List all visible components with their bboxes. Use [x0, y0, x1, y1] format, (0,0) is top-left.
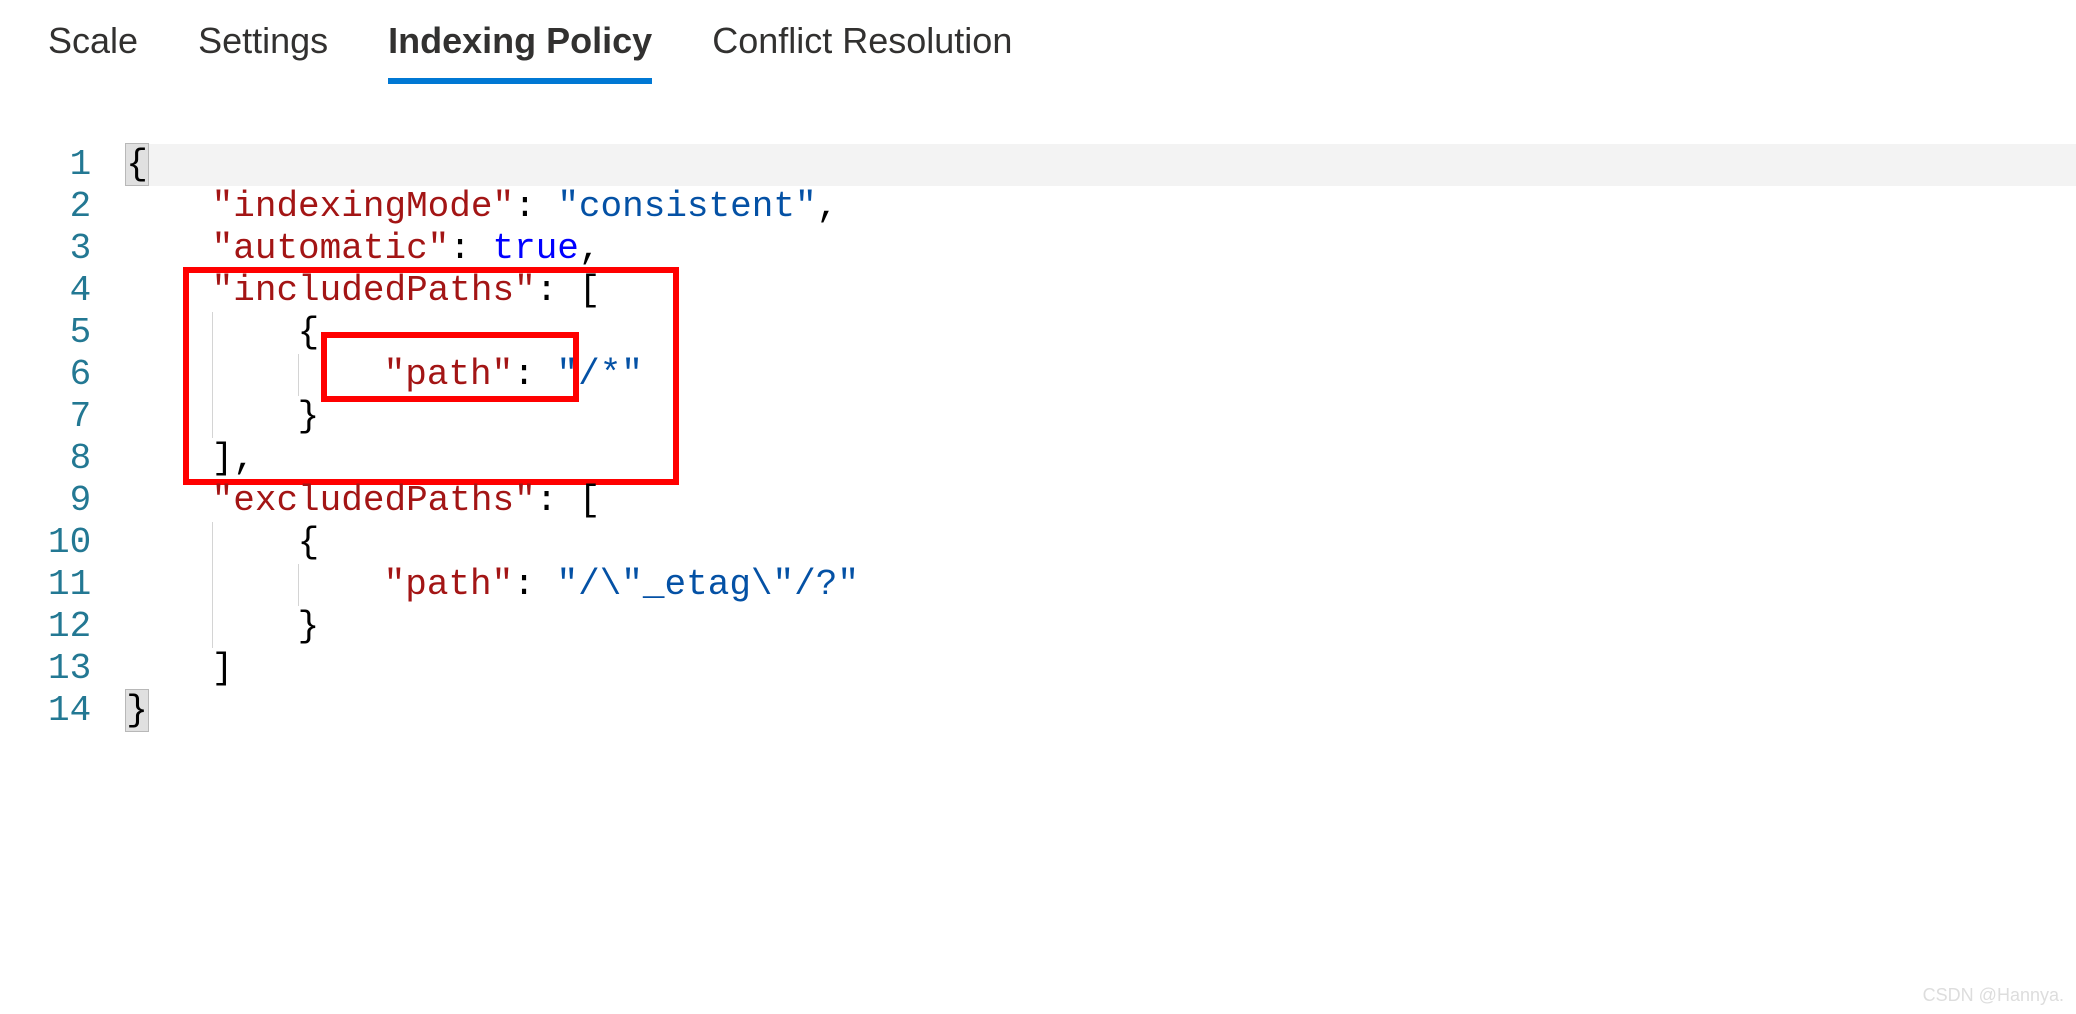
line-number: 14: [48, 690, 91, 732]
code-line: {: [125, 144, 2076, 186]
line-number: 8: [48, 438, 91, 480]
code-line: "path": "/*": [125, 354, 2076, 396]
code-content[interactable]: { "indexingMode": "consistent", "automat…: [125, 144, 2076, 732]
code-line: "indexingMode": "consistent",: [125, 186, 2076, 228]
code-line: "includedPaths": [: [125, 270, 2076, 312]
tab-conflict-resolution[interactable]: Conflict Resolution: [712, 20, 1012, 84]
tab-scale[interactable]: Scale: [48, 20, 138, 84]
code-line: "path": "/\"_etag\"/?": [125, 564, 2076, 606]
line-number: 13: [48, 648, 91, 690]
tab-indexing-policy[interactable]: Indexing Policy: [388, 20, 652, 84]
line-number: 12: [48, 606, 91, 648]
line-number: 2: [48, 186, 91, 228]
line-number: 9: [48, 480, 91, 522]
tab-settings[interactable]: Settings: [198, 20, 328, 84]
line-number: 5: [48, 312, 91, 354]
code-line: ],: [125, 438, 2076, 480]
code-line: {: [125, 312, 2076, 354]
code-line: "automatic": true,: [125, 228, 2076, 270]
line-number-gutter: 1 2 3 4 5 6 7 8 9 10 11 12 13 14: [48, 144, 125, 732]
watermark: CSDN @Hannya.: [1923, 985, 2064, 1006]
line-number: 11: [48, 564, 91, 606]
line-number: 1: [48, 144, 91, 186]
line-number: 4: [48, 270, 91, 312]
code-line: ]: [125, 648, 2076, 690]
line-number: 7: [48, 396, 91, 438]
code-line: }: [125, 396, 2076, 438]
line-number: 6: [48, 354, 91, 396]
line-number: 3: [48, 228, 91, 270]
code-line: }: [125, 606, 2076, 648]
tab-bar: Scale Settings Indexing Policy Conflict …: [0, 0, 2076, 84]
code-line: {: [125, 522, 2076, 564]
code-editor[interactable]: 1 2 3 4 5 6 7 8 9 10 11 12 13 14 { "inde…: [0, 144, 2076, 732]
code-line: }: [125, 690, 2076, 732]
line-number: 10: [48, 522, 91, 564]
code-line: "excludedPaths": [: [125, 480, 2076, 522]
